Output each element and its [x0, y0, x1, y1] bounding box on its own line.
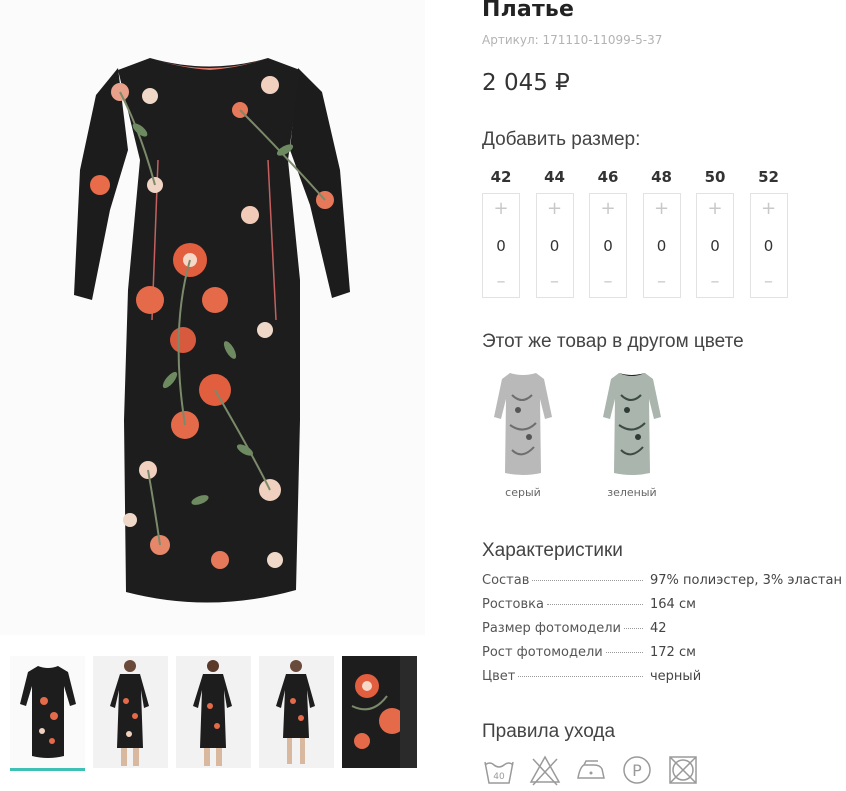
care-title: Правила ухода: [482, 721, 616, 742]
no-bleach-icon: [528, 753, 562, 787]
size-quantity-stepper: +0 –: [589, 193, 627, 298]
quantity-value[interactable]: 0: [710, 237, 720, 255]
decrement-button[interactable]: –: [764, 273, 773, 291]
increment-button[interactable]: +: [761, 200, 776, 218]
color-variant-green[interactable]: зеленый: [591, 365, 673, 499]
characteristic-key: Ростовка: [482, 597, 544, 612]
increment-button[interactable]: +: [654, 200, 669, 218]
color-variant-green-image: [591, 365, 673, 480]
increment-button[interactable]: +: [600, 200, 615, 218]
characteristic-key: Рост фотомодели: [482, 645, 603, 660]
wash-temp-label: 40: [493, 772, 505, 782]
decrement-button[interactable]: –: [550, 273, 559, 291]
size-option-52: 52 +0 –: [749, 167, 788, 298]
size-label: 42: [490, 168, 512, 186]
care-icons: 40 P: [482, 753, 700, 787]
characteristic-value: черный: [650, 669, 702, 684]
characteristic-leader-dots: [518, 676, 644, 677]
increment-button[interactable]: +: [493, 200, 508, 218]
quantity-value[interactable]: 0: [550, 237, 560, 255]
product-price: 2 045 ₽: [482, 70, 570, 96]
characteristics-title: Характеристики: [482, 540, 623, 561]
color-variant-gray-label: серый: [505, 486, 541, 499]
size-label: 50: [704, 168, 726, 186]
characteristic-row: Размер фотомодели 42: [482, 621, 846, 645]
dress-image: [0, 0, 425, 635]
thumbnail-strip: [10, 656, 425, 771]
characteristic-leader-dots: [624, 628, 644, 629]
characteristic-value: 97% полиэстер, 3% эластан: [650, 573, 842, 588]
thumbnail-3[interactable]: [176, 656, 251, 768]
decrement-button[interactable]: –: [497, 273, 506, 291]
size-option-46: 46 +0 –: [589, 167, 627, 298]
quantity-value[interactable]: 0: [603, 237, 613, 255]
thumbnail-5[interactable]: [342, 656, 417, 768]
thumbnail-1[interactable]: [10, 656, 85, 768]
size-quantity-stepper: +0 –: [482, 193, 520, 298]
thumbnail-active-indicator: [10, 768, 85, 771]
characteristic-value: 164 см: [650, 597, 696, 612]
quantity-value[interactable]: 0: [496, 237, 506, 255]
decrement-button[interactable]: –: [711, 273, 720, 291]
product-article: Артикул: 171110-11099-5-37: [482, 33, 663, 47]
quantity-value[interactable]: 0: [657, 237, 667, 255]
quantity-value[interactable]: 0: [764, 237, 774, 255]
wash-40-icon: 40: [482, 753, 516, 787]
thumbnail-4[interactable]: [259, 656, 334, 768]
size-option-44: 44 +0 –: [535, 167, 574, 298]
size-quantity-stepper: +0 –: [642, 193, 681, 298]
color-variant-gray[interactable]: серый: [482, 365, 564, 499]
size-option-42: 42 +0 –: [482, 167, 520, 298]
size-section-title: Добавить размер:: [482, 129, 641, 150]
characteristic-key: Состав: [482, 573, 530, 588]
main-product-photo[interactable]: [0, 0, 425, 635]
increment-button[interactable]: +: [547, 200, 562, 218]
size-quantity-stepper: +0 –: [696, 193, 734, 298]
characteristic-leader-dots: [532, 580, 644, 581]
iron-low-icon: [574, 753, 608, 787]
size-label: 48: [651, 168, 672, 186]
size-quantity-stepper: +0 –: [749, 193, 788, 298]
size-option-50: 50 +0 –: [696, 167, 734, 298]
decrement-button[interactable]: –: [657, 273, 666, 291]
size-selector: 42 +0 – 44 +0 – 46 +0 – 48 +0 – 50 +0 – 52 +0 –: [482, 167, 803, 298]
product-title: Платье: [482, 0, 575, 22]
colors-section-title: Этот же товар в другом цвете: [482, 331, 744, 352]
characteristic-key: Цвет: [482, 669, 516, 684]
characteristic-row: Рост фотомодели 172 см: [482, 645, 846, 669]
characteristic-row: Цвет черный: [482, 669, 846, 693]
decrement-button[interactable]: –: [604, 273, 613, 291]
size-quantity-stepper: +0 –: [535, 193, 574, 298]
characteristic-leader-dots: [605, 652, 643, 653]
color-variant-green-label: зеленый: [607, 486, 657, 499]
size-label: 52: [758, 168, 779, 186]
characteristic-row: Состав 97% полиэстер, 3% эластан: [482, 573, 846, 597]
size-label: 46: [597, 168, 619, 186]
thumbnail-2[interactable]: [93, 656, 168, 768]
color-variants: серый зеленый: [482, 365, 700, 499]
characteristic-leader-dots: [546, 604, 643, 605]
characteristic-value: 42: [650, 621, 667, 636]
color-variant-gray-image: [482, 365, 564, 480]
characteristic-value: 172 см: [650, 645, 696, 660]
size-option-48: 48 +0 –: [642, 167, 681, 298]
no-tumble-dry-icon: [666, 753, 700, 787]
dry-clean-p-icon: P: [620, 753, 654, 787]
increment-button[interactable]: +: [707, 200, 722, 218]
characteristic-key: Размер фотомодели: [482, 621, 622, 636]
size-label: 44: [544, 168, 565, 186]
dry-clean-letter: P: [632, 761, 642, 780]
characteristics-list: Состав 97% полиэстер, 3% эластан Ростовка 1…: [482, 573, 846, 693]
characteristic-row: Ростовка 164 см: [482, 597, 846, 621]
